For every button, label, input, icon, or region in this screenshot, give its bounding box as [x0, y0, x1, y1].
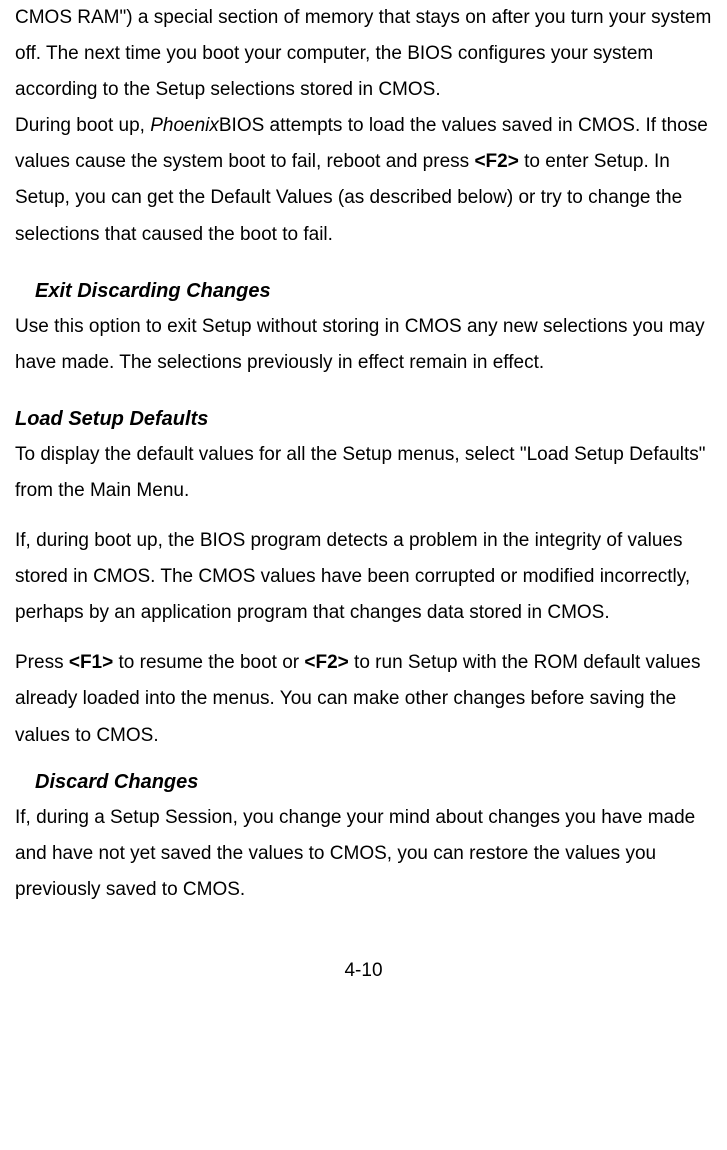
key-f1: <F1>	[69, 652, 113, 673]
paragraph-discard-changes: If, during a Setup Session, you change y…	[15, 800, 712, 908]
text-phoenix: Phoenix	[150, 115, 219, 136]
paragraph-load-defaults-1: To display the default values for all th…	[15, 437, 712, 509]
page-content: CMOS RAM") a special section of memory t…	[15, 0, 712, 989]
key-f2: <F2>	[474, 151, 518, 172]
text: During boot up,	[15, 115, 150, 136]
key-f2: <F2>	[304, 652, 348, 673]
paragraph-bootup: During boot up, PhoenixBIOS attempts to …	[15, 108, 712, 252]
paragraph-exit-discarding: Use this option to exit Setup without st…	[15, 309, 712, 381]
paragraph-load-defaults-2: If, during boot up, the BIOS program det…	[15, 523, 712, 631]
paragraph-load-defaults-3: Press <F1> to resume the boot or <F2> to…	[15, 645, 712, 753]
page-number: 4-10	[15, 953, 712, 989]
heading-discard-changes: Discard Changes	[35, 764, 712, 800]
text: to resume the boot or	[113, 652, 304, 673]
text: Press	[15, 652, 69, 673]
paragraph-cmos-ram: CMOS RAM") a special section of memory t…	[15, 0, 712, 108]
heading-load-setup-defaults: Load Setup Defaults	[15, 401, 712, 437]
heading-exit-discarding-changes: Exit Discarding Changes	[35, 273, 712, 309]
